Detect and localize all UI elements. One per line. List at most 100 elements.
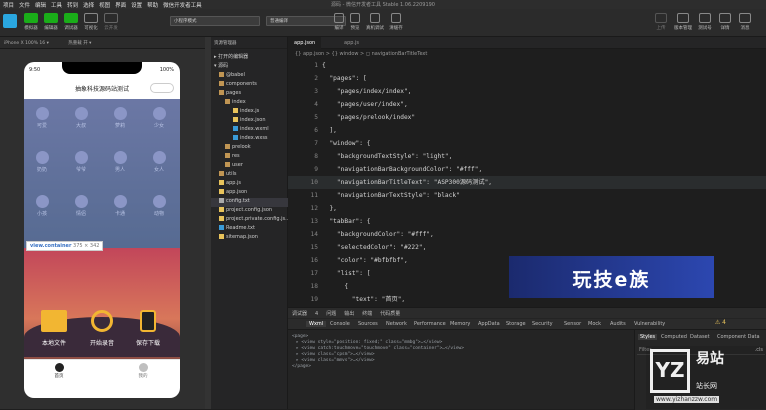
test-account-button[interactable]: 测试号 [694, 13, 716, 31]
code-line[interactable]: 13 "tabBar": { [288, 215, 766, 228]
menu-item[interactable]: 编辑 [35, 1, 46, 9]
file-tree-item[interactable]: project.config.json [219, 207, 272, 213]
code-line[interactable]: 14 "backgroundColor": "#fff", [288, 228, 766, 241]
devtools-top-tab[interactable]: 终端 [362, 311, 372, 317]
devtools-tab[interactable]: AppData [478, 321, 500, 327]
file-tree-item[interactable]: app.js [219, 180, 241, 186]
file-tree-item[interactable]: components [219, 81, 257, 87]
menu-item[interactable]: 微信开发者工具 [163, 1, 202, 9]
menu-item[interactable]: 设置 [131, 1, 142, 9]
file-tree-item[interactable]: sitemap.json [219, 234, 258, 240]
hotreload-select[interactable]: 热重载 开 ▾ [68, 41, 91, 46]
preview-button[interactable]: 预览 [347, 13, 363, 31]
code-line[interactable]: 1{ [288, 59, 766, 72]
devtools-top-tab[interactable]: 问题 [326, 311, 336, 317]
tab-dataset[interactable]: Dataset [690, 334, 710, 340]
file-tree-item[interactable]: index [225, 99, 246, 105]
open-editors-section[interactable]: ▸ 打开的编辑器 [214, 53, 248, 60]
file-tree-item[interactable]: app.json [219, 189, 247, 195]
app-logo-icon[interactable] [3, 14, 17, 28]
wxml-node[interactable]: </page> [292, 364, 311, 369]
code-line[interactable]: 11 "navigationBarTextStyle": "black" [288, 189, 766, 202]
menu-item[interactable]: 选择 [83, 1, 94, 9]
file-tree-item[interactable]: Readme.txt [219, 225, 255, 231]
tab-app-js[interactable]: app.js [338, 37, 365, 49]
file-tree-item[interactable]: project.private.config.js... [219, 216, 290, 222]
menu-item[interactable]: 文件 [19, 1, 30, 9]
code-line[interactable]: 9 "navigationBarBackgroundColor": "#fff"… [288, 163, 766, 176]
devtools-top-tab[interactable]: 代码质量 [380, 311, 400, 317]
code-line[interactable]: 12 }, [288, 202, 766, 215]
code-line[interactable]: 3 "pages/index/index", [288, 85, 766, 98]
file-tree-item[interactable]: utils [219, 171, 237, 177]
tab-app-json[interactable]: app.json [288, 37, 322, 49]
tab-mine[interactable]: 我的 [128, 363, 158, 379]
code-line[interactable]: 10 "navigationBarTitleText": "ASP300源码测试… [288, 176, 766, 189]
mode-select[interactable]: 小程序模式 [170, 16, 260, 26]
file-tree-item[interactable]: prelook [225, 144, 251, 150]
compile-button[interactable]: 编译 [331, 13, 347, 31]
menu-item[interactable]: 项目 [3, 1, 14, 9]
project-root[interactable]: ▾ 源码 [214, 62, 228, 69]
menu-item[interactable]: 视图 [99, 1, 110, 9]
tab-styles[interactable]: Styles [638, 334, 658, 340]
code-line[interactable]: 4 "pages/user/index", [288, 98, 766, 111]
visual-button[interactable]: 可视化 [82, 13, 100, 31]
real-debug-button[interactable]: 真机调试 [364, 13, 386, 31]
upload-button[interactable]: 上传 [650, 13, 672, 31]
code-line[interactable]: 2 "pages": [ [288, 72, 766, 85]
local-file-button[interactable]: 本地文件 [34, 310, 74, 347]
devtools-tab[interactable]: Network [386, 321, 407, 327]
devtools-top-tab[interactable]: 调试器 [292, 311, 307, 317]
clear-cache-button[interactable]: 清缓存 [386, 13, 406, 31]
devtools-tab[interactable]: Console [330, 321, 350, 327]
devtools-tab[interactable]: Memory [450, 321, 470, 327]
wxml-node[interactable]: <page> [292, 334, 308, 339]
menu-item[interactable]: 界面 [115, 1, 126, 9]
code-line[interactable]: 6 ], [288, 124, 766, 137]
devtools-tab[interactable]: Audits [610, 321, 626, 327]
devtools-tab[interactable]: Performance [414, 321, 446, 327]
menu-item[interactable]: 转到 [67, 1, 78, 9]
file-tree-item[interactable]: index.json [233, 117, 266, 123]
cloud-button[interactable]: 云开发 [102, 13, 120, 31]
file-tree-item[interactable]: index.js [233, 108, 259, 114]
devtools-top-tab[interactable]: 输出 [344, 311, 354, 317]
file-tree-item[interactable]: config.txt [219, 198, 250, 204]
file-tree-item[interactable]: user [225, 162, 243, 168]
devtools-tab[interactable]: Storage [506, 321, 526, 327]
file-tree-item[interactable]: index.wxml [233, 126, 269, 132]
code-line[interactable]: 5 "pages/prelook/index" [288, 111, 766, 124]
devtools-tab[interactable]: Sensor [564, 321, 581, 327]
code-line[interactable]: 8 "backgroundTextStyle": "light", [288, 150, 766, 163]
devtools-tab[interactable]: Mock [588, 321, 601, 327]
wxml-node[interactable]: ▸ <view style="position: fixed;" class="… [296, 340, 442, 345]
simulator-button[interactable]: 模拟器 [22, 13, 40, 31]
details-button[interactable]: 详情 [714, 13, 736, 31]
record-button[interactable]: 开始录音 [82, 310, 122, 347]
code-line[interactable]: 15 "selectedColor": "#222", [288, 241, 766, 254]
devtools-tab[interactable]: Wxml [306, 321, 327, 327]
device-select[interactable]: iPhone X 100% 16 ▾ [4, 41, 49, 46]
tab-home[interactable]: 首页 [44, 363, 74, 379]
menu-item[interactable]: 工具 [51, 1, 62, 9]
save-download-button[interactable]: 保存下载 [128, 310, 168, 347]
devtools-tab[interactable]: Sources [358, 321, 378, 327]
devtools-tab[interactable]: Vulnerability [634, 321, 665, 327]
version-button[interactable]: 版本管理 [672, 13, 694, 31]
code-line[interactable]: 7 "window": { [288, 137, 766, 150]
file-tree-item[interactable]: @babel [219, 72, 245, 78]
tab-computed[interactable]: Computed [661, 334, 687, 340]
debugger-button[interactable]: 调试器 [62, 13, 80, 31]
devtools-tab[interactable]: Security [532, 321, 553, 327]
warning-count[interactable]: ⚠ 4 [715, 319, 726, 326]
wxml-node[interactable]: ▸ <view catch:touchmove="touchmove" clas… [296, 346, 464, 351]
devtools-top-tab[interactable]: 4 [315, 311, 318, 317]
file-tree-item[interactable]: pages [219, 90, 241, 96]
capsule-menu-button[interactable] [150, 83, 174, 93]
editor-button[interactable]: 编辑器 [42, 13, 60, 31]
messages-button[interactable]: 消息 [734, 13, 756, 31]
wxml-node[interactable]: ▸ <view class="mmvs">…</view> [296, 358, 375, 363]
menu-item[interactable]: 帮助 [147, 1, 158, 9]
tab-component-data[interactable]: Component Data [717, 334, 760, 340]
